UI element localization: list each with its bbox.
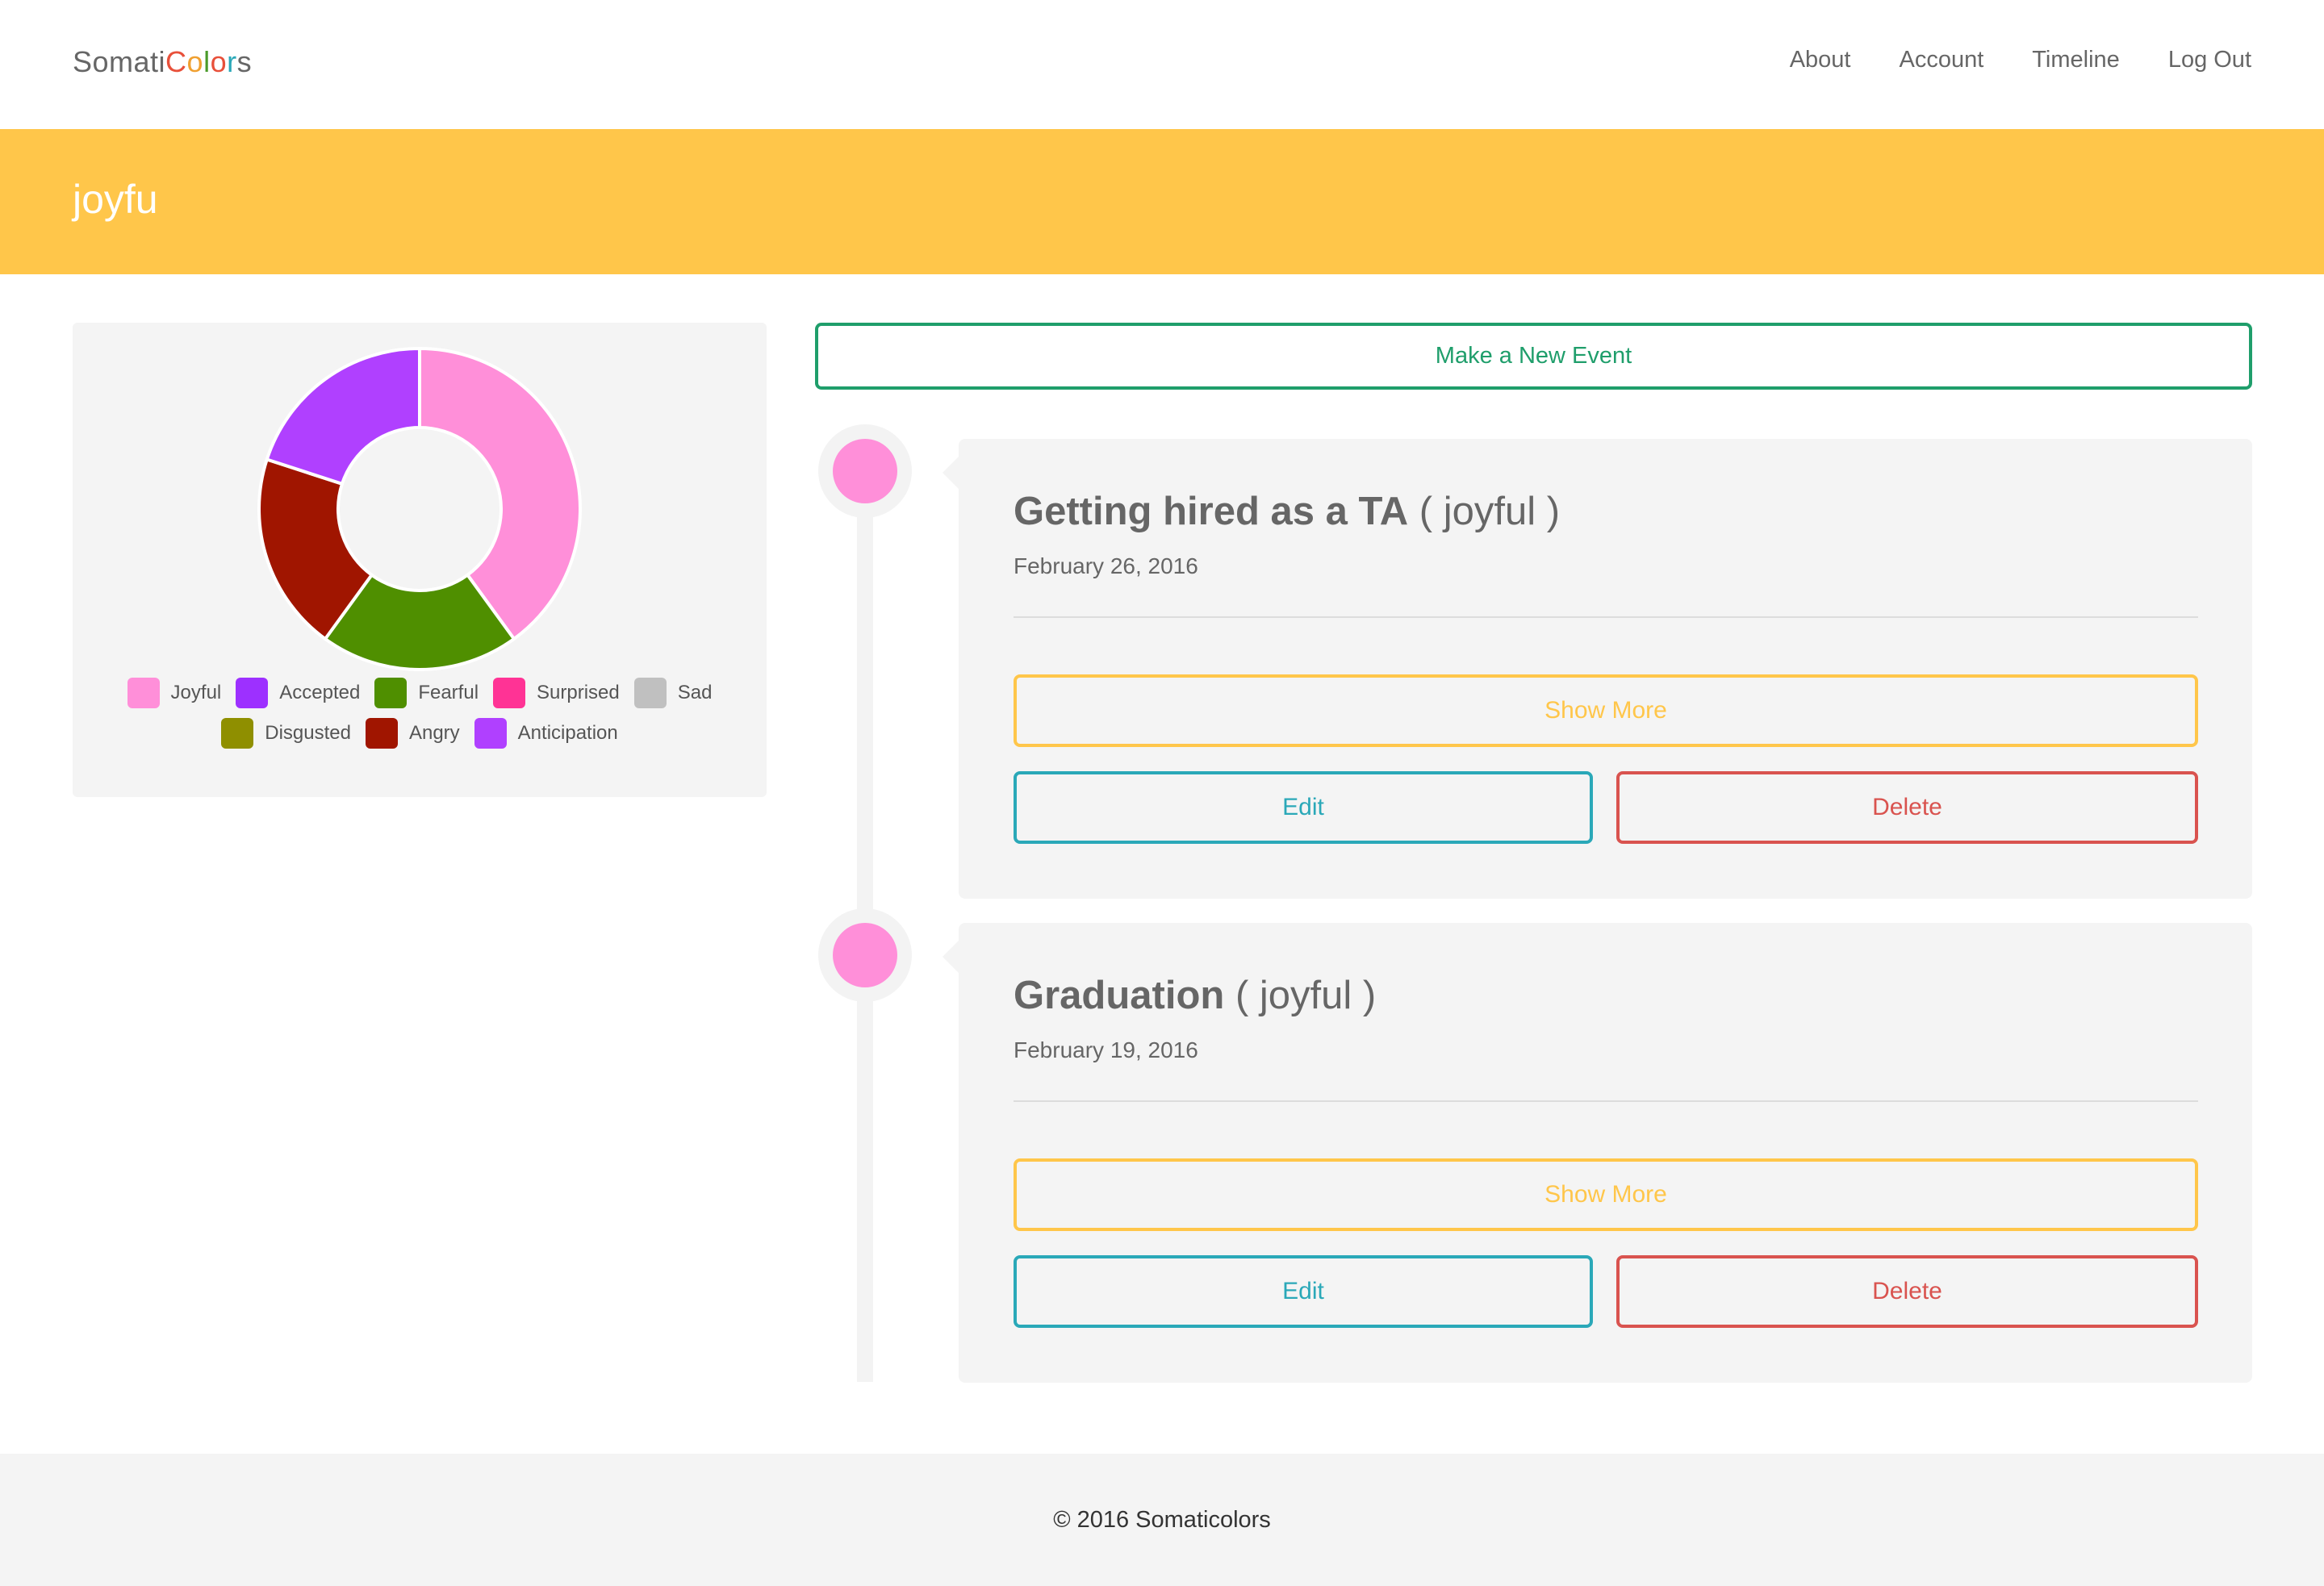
legend-label: Joyful [170,682,222,703]
event-name: Getting hired as a TA [1014,490,1409,533]
legend-swatch [221,718,254,749]
event-date: February 19, 2016 [1014,1037,1198,1062]
legend-item-sad[interactable]: Sad [633,678,713,708]
show-more-button[interactable]: Show More [1014,674,2198,747]
delete-button[interactable]: Delete [1616,771,2198,844]
event-card: Getting hired as a TA ( joyful ) Februar… [943,439,2252,899]
delete-button[interactable]: Delete [1616,1255,2198,1328]
legend-swatch [127,678,160,708]
chart-legend: Joyful Accepted Fearful Surprised Sad Disgus… [73,678,767,758]
divider [1014,616,2198,618]
legend-swatch [474,718,507,749]
brand-part: s [236,45,253,78]
page-title: joyfu [73,177,158,222]
event-name: Graduation [1014,974,1225,1017]
emotion-chart-panel: Joyful Accepted Fearful Surprised Sad Disgus… [73,323,767,797]
brand-part: l [203,45,211,78]
edit-button[interactable]: Edit [1014,1255,1593,1328]
donut-chart [257,347,582,671]
legend-label: Fearful [418,682,479,703]
brand-part: C [165,45,187,78]
card-pointer [943,941,959,973]
legend-label: Anticipation [517,722,618,744]
nav-timeline-link[interactable]: Timeline [2032,47,2120,73]
legend-swatch [236,678,269,708]
donut-slice-anticipation[interactable] [265,347,421,486]
brand-part: o [210,45,228,78]
show-more-button[interactable]: Show More [1014,1158,2198,1231]
event-card: Graduation ( joyful ) February 19, 2016 … [943,923,2252,1383]
event-emotion: ( joyful ) [1235,974,1377,1017]
card-pointer [943,457,959,489]
legend-swatch [374,678,408,708]
event-title: Graduation ( joyful ) [1014,973,1376,1018]
emotion-color-dot [833,923,897,987]
divider [1014,1100,2198,1102]
legend-item-anticipation[interactable]: Anticipation [474,718,618,749]
legend-item-accepted[interactable]: Accepted [236,678,360,708]
emotion-banner: joyfu [0,129,2324,274]
event-emotion: ( joyful ) [1419,490,1561,533]
legend-item-surprised[interactable]: Surprised [493,678,620,708]
legend-row: Joyful Accepted Fearful Surprised Sad [73,678,767,708]
legend-item-fearful[interactable]: Fearful [374,678,479,708]
legend-label: Accepted [279,682,361,703]
emotion-color-dot [833,439,897,503]
footer: © 2016 Somaticolors [0,1454,2324,1586]
brand-part: o [186,45,204,78]
nav-links: About Account Timeline Log Out [1790,47,2251,73]
make-new-event-button[interactable]: Make a New Event [815,323,2252,390]
event-title: Getting hired as a TA ( joyful ) [1014,489,1560,534]
nav-logout-link[interactable]: Log Out [2168,47,2251,73]
legend-swatch [633,678,667,708]
timeline-dot [818,424,912,518]
event-date: February 26, 2016 [1014,553,1198,578]
timeline-dot [818,908,912,1002]
legend-item-joyful[interactable]: Joyful [127,678,222,708]
brand-part: r [227,45,237,78]
legend-swatch [493,678,526,708]
brand-logo[interactable]: SomatiColors [73,45,252,79]
legend-row: Disgusted Angry Anticipation [73,718,767,749]
legend-label: Disgusted [265,722,351,744]
legend-label: Angry [408,722,460,744]
legend-label: Surprised [537,682,620,703]
navbar: SomatiColors About Account Timeline Log … [0,0,2324,129]
nav-account-link[interactable]: Account [1900,47,1984,73]
brand-part: Somati [73,45,166,78]
edit-button[interactable]: Edit [1014,771,1593,844]
nav-about-link[interactable]: About [1790,47,1851,73]
legend-swatch [365,718,398,749]
legend-label: Sad [677,682,713,703]
legend-item-disgusted[interactable]: Disgusted [221,718,351,749]
legend-item-angry[interactable]: Angry [365,718,460,749]
copyright-text: © 2016 Somaticolors [1053,1507,1271,1533]
